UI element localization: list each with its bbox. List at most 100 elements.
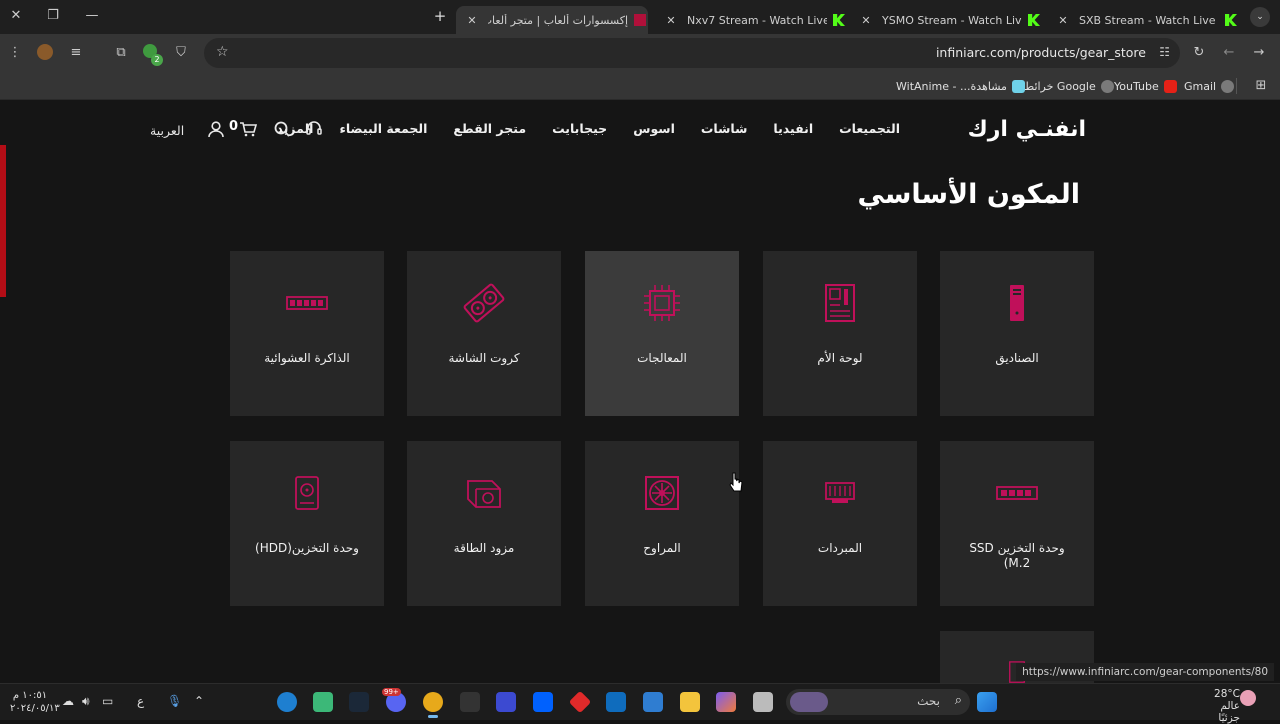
- cart-icon[interactable]: [238, 119, 258, 139]
- close-tab-icon[interactable]: ✕: [464, 14, 480, 27]
- reload-icon[interactable]: ↻: [1190, 44, 1208, 62]
- search-icon: ⌕: [954, 693, 962, 708]
- address-bar[interactable]: ☆ infiniarc.com/products/gear_store ☷: [204, 38, 1180, 68]
- category-label: الذاكرة العشوائية: [264, 351, 350, 365]
- support-headset-icon[interactable]: [304, 119, 324, 139]
- category-card-cases[interactable]: الصناديق: [940, 251, 1094, 416]
- tab-active[interactable]: ✕ إكسسوارات ألعاب | متجر ألعاب ال: [456, 6, 648, 34]
- cpu-icon: [644, 285, 680, 321]
- category-label: الصناديق: [995, 351, 1039, 365]
- nav-item[interactable]: شاشات: [701, 121, 748, 141]
- weather-icon: [1240, 690, 1256, 706]
- clock-date: ٢٠٢٤/٠٥/١٣: [10, 703, 60, 714]
- media-control-icon[interactable]: ≡: [67, 44, 85, 62]
- gmail-icon: [1221, 79, 1235, 93]
- forward-icon[interactable]: →: [1250, 44, 1268, 62]
- shield-icon[interactable]: ⛉: [172, 44, 190, 62]
- nav-item[interactable]: انفيديا: [773, 121, 813, 141]
- taskbar-search[interactable]: بحث ⌕: [786, 689, 970, 715]
- cart-count: 0: [229, 119, 239, 134]
- outlook-icon[interactable]: [606, 692, 626, 712]
- chrome-icon[interactable]: [423, 692, 443, 718]
- main-nav: التجميعات انفيديا شاشات اسوس جيجابايت مت…: [276, 121, 900, 141]
- bookmark-maps[interactable]: خرائط Google: [1024, 77, 1114, 95]
- section-title: المكون الأساسي: [857, 179, 1081, 210]
- close-tab-icon[interactable]: ✕: [858, 14, 874, 27]
- visual-studio-icon[interactable]: [496, 692, 516, 712]
- tab-nxv7[interactable]: ✕ Nxv7 Stream - Watch Live on Ki: [655, 6, 847, 34]
- store-icon[interactable]: [643, 692, 663, 712]
- menu-dots-icon[interactable]: ⋮: [6, 44, 24, 62]
- maps-icon: [1100, 79, 1114, 93]
- extensions-icon[interactable]: ⧉: [112, 44, 130, 62]
- youtube-icon: [1163, 79, 1177, 93]
- category-card-hdd[interactable]: وحدة التخزين(HDD): [230, 441, 384, 606]
- category-card-motherboard[interactable]: لوحة الأم: [763, 251, 917, 416]
- profile-avatar[interactable]: [37, 44, 53, 60]
- phone-link-icon[interactable]: [313, 692, 333, 712]
- back-icon[interactable]: ←: [1220, 44, 1238, 62]
- site-logo[interactable]: انفنـي ارك: [946, 115, 1087, 145]
- epic-games-icon[interactable]: [460, 692, 480, 712]
- volume-icon[interactable]: 🔊︎: [82, 694, 90, 709]
- divider: [1236, 78, 1237, 94]
- site-info-icon[interactable]: ☷: [1159, 45, 1170, 59]
- tab-ysmo[interactable]: ✕ YSMO Stream - Watch Live: [850, 6, 1042, 34]
- kick-icon: [1028, 14, 1040, 26]
- tab-search-icon[interactable]: ⌄: [1250, 7, 1270, 27]
- motherboard-icon: [825, 284, 855, 322]
- nav-item[interactable]: الجمعة البيضاء: [339, 121, 427, 141]
- network-icon[interactable]: ▭: [102, 694, 113, 708]
- file-explorer-icon[interactable]: [680, 692, 700, 712]
- minimize-window-icon[interactable]: —: [84, 8, 100, 24]
- new-tab-icon[interactable]: +: [432, 8, 448, 24]
- system-clock[interactable]: ١٠:٥١ م ٢٠٢٤/٠٥/١٣: [10, 689, 60, 715]
- nav-item[interactable]: متجر القطع: [453, 121, 526, 141]
- close-tab-icon[interactable]: ✕: [1055, 14, 1071, 27]
- anydesk-icon[interactable]: [568, 690, 592, 714]
- bookmark-label: خرائط Google: [1024, 79, 1096, 93]
- category-card-gpu[interactable]: كروت الشاشة: [407, 251, 561, 416]
- tray-overflow-icon[interactable]: ⌃: [194, 694, 204, 708]
- close-tab-icon[interactable]: ✕: [663, 14, 679, 27]
- dropbox-icon[interactable]: [533, 692, 553, 712]
- notification-badge: 99+: [382, 688, 401, 696]
- close-window-icon[interactable]: ✕: [8, 8, 24, 24]
- nav-item[interactable]: اسوس: [633, 121, 675, 141]
- input-language[interactable]: ع: [137, 694, 144, 708]
- search-icon[interactable]: [272, 119, 292, 139]
- browser-toolbar: ⋮ ≡ ⧉ 2 ⛉ ☆ infiniarc.com/products/gear_…: [0, 34, 1280, 72]
- bookmark-youtube[interactable]: YouTube: [1114, 77, 1177, 95]
- category-label: لوحة الأم: [817, 351, 863, 365]
- task-view-icon[interactable]: [753, 692, 773, 712]
- search-highlight-image: [790, 692, 828, 712]
- account-icon[interactable]: [206, 119, 226, 139]
- tab-sxb[interactable]: ✕ SXB Stream - Watch Live on: [1047, 6, 1242, 34]
- copilot-icon[interactable]: [716, 692, 736, 712]
- microphone-icon[interactable]: 🎙︎: [167, 694, 182, 708]
- restore-window-icon[interactable]: ❐: [45, 8, 61, 24]
- bookmark-witanime[interactable]: مشاهدة... - WitAnime: [896, 77, 1025, 95]
- onedrive-icon[interactable]: ☁: [62, 694, 74, 708]
- category-card-fans[interactable]: المراوح: [585, 441, 739, 606]
- category-card-ssd[interactable]: وحدة التخزين SSD (M.2: [940, 441, 1094, 606]
- nav-item[interactable]: التجميعات: [839, 121, 900, 141]
- nav-item[interactable]: جيجابايت: [552, 121, 607, 141]
- tab-title: YSMO Stream - Watch Live: [882, 13, 1022, 27]
- edge-icon[interactable]: [277, 692, 297, 712]
- cooler-icon: [825, 482, 855, 503]
- bookmark-star-icon[interactable]: ☆: [216, 44, 229, 60]
- category-card-ram[interactable]: الذاكرة العشوائية: [230, 251, 384, 416]
- category-card-cpu[interactable]: المعالجات: [585, 251, 739, 416]
- weather-widget[interactable]: 28°C عالم جزئيًا: [1196, 688, 1240, 724]
- category-card-psu[interactable]: مزود الطاقة: [407, 441, 561, 606]
- steam-icon[interactable]: [349, 692, 369, 712]
- category-card-coolers[interactable]: المبردات: [763, 441, 917, 606]
- windows-start-icon[interactable]: [977, 692, 997, 712]
- browser-tab-bar: ✕ ❐ — + ✕ إكسسوارات ألعاب | متجر ألعاب ا…: [0, 0, 1280, 34]
- bookmark-gmail[interactable]: Gmail: [1184, 77, 1235, 95]
- category-label: المبردات: [817, 541, 863, 555]
- bookmarks-bar: ⊞ Gmail YouTube خرائط Google مشاهدة... -…: [0, 72, 1280, 100]
- apps-grid-icon[interactable]: ⊞: [1252, 77, 1270, 95]
- language-switch[interactable]: العربية: [150, 123, 184, 138]
